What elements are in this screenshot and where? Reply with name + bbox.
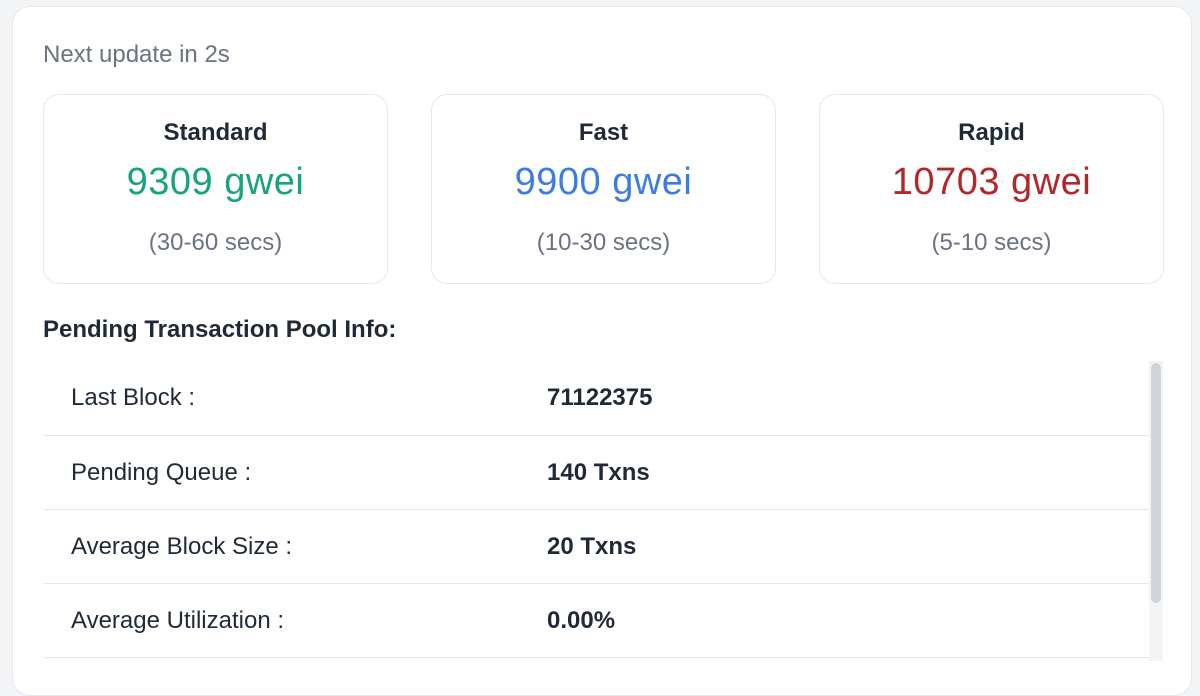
tier-name: Fast (578, 119, 629, 146)
tier-time: (5-10 secs) (931, 229, 1052, 256)
row-value: 20 Txns (547, 532, 637, 560)
table-row: Average Block Size : 20 Txns (43, 510, 1149, 584)
pool-info-table: Last Block : 71122375 Pending Queue : 14… (43, 361, 1149, 658)
tier-name: Standard (163, 119, 268, 146)
row-label: Pending Queue : (71, 458, 252, 486)
table-row: Last Block : 71122375 (43, 361, 1149, 436)
tier-card-standard: Standard 9309 gwei (30-60 secs) (43, 94, 388, 284)
tier-name: Rapid (958, 119, 1025, 146)
next-update-text: Next update in 2s (43, 41, 230, 68)
tier-card-rapid: Rapid 10703 gwei (5-10 secs) (819, 94, 1164, 284)
tier-price: 9309 gwei (126, 161, 305, 203)
table-row: Pending Queue : 140 Txns (43, 436, 1149, 510)
tier-card-fast: Fast 9900 gwei (10-30 secs) (431, 94, 776, 284)
row-label: Last Block : (71, 384, 196, 411)
tier-time: (30-60 secs) (148, 229, 283, 256)
gas-tier-row: Standard 9309 gwei (30-60 secs) Fast 990… (43, 94, 1164, 284)
row-value: 0.00% (547, 606, 616, 634)
row-value: 140 Txns (547, 458, 650, 486)
scrollbar[interactable] (1149, 361, 1163, 661)
row-label: Average Block Size : (71, 532, 293, 560)
pool-info-title: Pending Transaction Pool Info: (43, 316, 397, 343)
tier-price: 9900 gwei (514, 161, 693, 203)
tier-price: 10703 gwei (891, 161, 1092, 203)
table-row: Average Utilization : 0.00% (43, 584, 1149, 658)
row-label: Average Utilization : (71, 606, 284, 634)
tier-time: (10-30 secs) (536, 229, 671, 256)
gas-tracker-panel: Next update in 2s Standard 9309 gwei (30… (12, 6, 1192, 696)
row-value: 71122375 (547, 384, 653, 411)
scrollbar-thumb[interactable] (1151, 363, 1161, 603)
